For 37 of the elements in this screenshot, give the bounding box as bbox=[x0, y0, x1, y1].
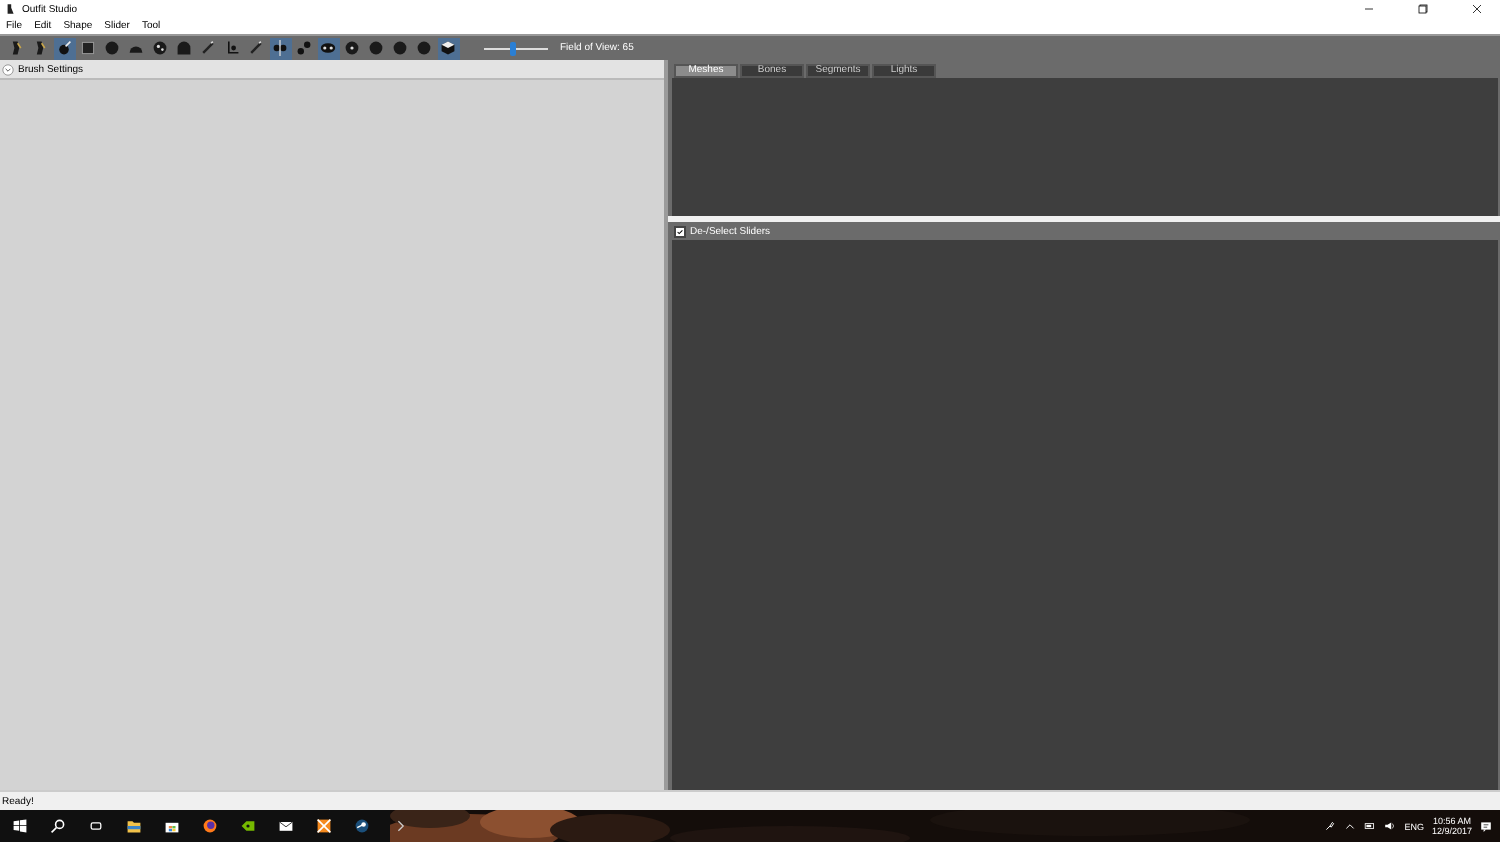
dome-icon bbox=[176, 40, 192, 56]
caret-up-icon[interactable] bbox=[1344, 820, 1357, 832]
person-icon bbox=[8, 40, 24, 56]
close-icon[interactable] bbox=[1471, 4, 1481, 14]
minimize-icon[interactable] bbox=[1363, 4, 1373, 14]
brush-icon bbox=[56, 40, 72, 56]
eyes-icon bbox=[320, 40, 336, 56]
axes-icon bbox=[224, 40, 240, 56]
toolbar-button[interactable] bbox=[437, 37, 459, 59]
dotted-ball-icon bbox=[152, 40, 168, 56]
windows-logo-icon[interactable] bbox=[11, 818, 27, 834]
checkbox[interactable] bbox=[674, 225, 686, 237]
app-icon bbox=[4, 2, 16, 16]
task-view-icon[interactable] bbox=[87, 818, 103, 834]
linked-balls-icon bbox=[296, 40, 312, 56]
battery-icon[interactable] bbox=[1364, 820, 1377, 832]
mirror-icon bbox=[272, 40, 288, 56]
pen-icon bbox=[200, 40, 216, 56]
toolbar-button[interactable] bbox=[53, 37, 75, 59]
toolbar-button[interactable] bbox=[317, 37, 339, 59]
toolbar-button[interactable] bbox=[149, 37, 171, 59]
slider-thumb[interactable] bbox=[509, 41, 516, 55]
shopping-bag-icon[interactable] bbox=[163, 818, 179, 834]
cube-icon bbox=[440, 40, 456, 56]
toolbar-button[interactable] bbox=[269, 37, 291, 59]
crossed-square-icon[interactable] bbox=[315, 818, 331, 834]
envelope-icon[interactable] bbox=[277, 818, 293, 834]
folder-icon[interactable] bbox=[125, 818, 141, 834]
person-icon bbox=[32, 40, 48, 56]
collapse-icon[interactable] bbox=[2, 63, 14, 75]
ball-icon bbox=[104, 40, 120, 56]
search-icon[interactable] bbox=[49, 818, 65, 834]
speaker-icon[interactable] bbox=[1384, 820, 1397, 832]
dot-ball-icon bbox=[344, 40, 360, 56]
notifications-icon[interactable] bbox=[1480, 820, 1492, 832]
maximize-icon[interactable] bbox=[1417, 4, 1427, 14]
pen-icon bbox=[248, 40, 264, 56]
